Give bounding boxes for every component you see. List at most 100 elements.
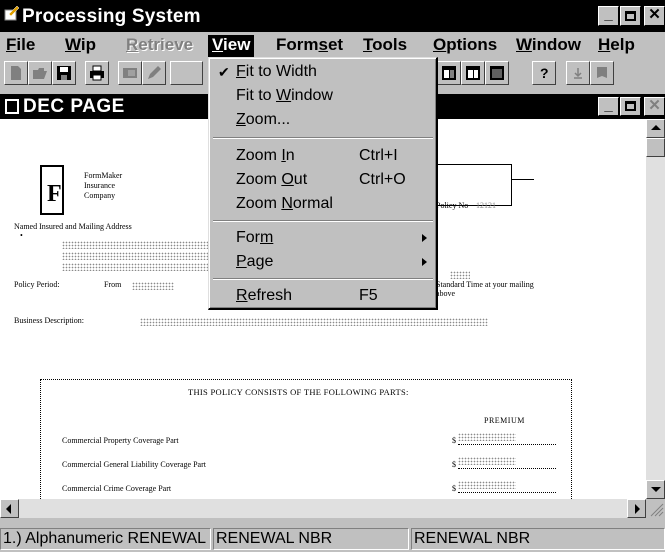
split-icon bbox=[466, 66, 480, 80]
new-doc-button[interactable] bbox=[4, 61, 28, 85]
menu-help[interactable]: Help bbox=[594, 35, 639, 57]
new-doc-icon bbox=[11, 66, 21, 80]
menu-item-zoom-in[interactable]: Zoom In Ctrl+I bbox=[211, 144, 435, 168]
minimize-icon: _ bbox=[604, 6, 613, 23]
doc-maximize-button[interactable] bbox=[620, 97, 641, 116]
from-label: From bbox=[104, 280, 122, 289]
grid-button[interactable] bbox=[485, 61, 509, 85]
menu-item-page[interactable]: Page bbox=[211, 250, 435, 274]
minimize-button[interactable]: _ bbox=[598, 6, 619, 26]
menu-separator bbox=[213, 220, 433, 222]
print-button[interactable] bbox=[85, 61, 109, 85]
part-1-premium bbox=[458, 433, 516, 441]
menu-item-form[interactable]: Form bbox=[211, 226, 435, 250]
part-1-line bbox=[458, 444, 556, 445]
menu-options[interactable]: Options bbox=[429, 35, 501, 57]
menu-wip[interactable]: Wip bbox=[61, 35, 100, 57]
policy-box bbox=[432, 164, 512, 206]
svg-text:?: ? bbox=[540, 65, 549, 81]
menu-tools[interactable]: Tools bbox=[359, 35, 411, 57]
address-line-1 bbox=[62, 241, 208, 249]
company-name-3: Company bbox=[84, 191, 116, 200]
menu-item-zoom-normal[interactable]: Zoom Normal bbox=[211, 192, 435, 216]
menu-item-zoom-out[interactable]: Zoom Out Ctrl+O bbox=[211, 168, 435, 192]
menu-separator bbox=[213, 137, 433, 139]
page-icon bbox=[123, 68, 137, 78]
standard-time-text: Standard Time at your mailing bbox=[436, 280, 534, 289]
right-arrow-icon bbox=[635, 504, 640, 514]
layout-button[interactable] bbox=[437, 61, 461, 85]
save-disk-icon bbox=[57, 66, 71, 80]
vertical-scroll-thumb[interactable] bbox=[646, 138, 665, 157]
company-logo: F bbox=[40, 165, 64, 215]
down-arrow-icon bbox=[651, 487, 661, 492]
close-button[interactable]: ✕ bbox=[644, 6, 665, 26]
minimize-icon: _ bbox=[604, 97, 613, 114]
toolbar-button-7[interactable] bbox=[170, 61, 203, 85]
menu-file[interactable]: File bbox=[2, 35, 39, 57]
left-arrow-icon bbox=[6, 504, 11, 514]
company-name-1: FormMaker bbox=[84, 171, 123, 180]
split-button[interactable] bbox=[461, 61, 485, 85]
scroll-right-button[interactable] bbox=[627, 499, 646, 518]
menu-retrieve[interactable]: Retrieve bbox=[122, 35, 197, 57]
menu-window[interactable]: Window bbox=[512, 35, 585, 57]
menu-item-zoom[interactable]: Zoom... bbox=[211, 108, 435, 132]
help-button[interactable]: ? bbox=[532, 61, 556, 85]
horizontal-scrollbar[interactable] bbox=[0, 499, 646, 518]
part-2-dollar: $ bbox=[452, 460, 456, 469]
menu-formset[interactable]: Formset bbox=[272, 35, 347, 57]
edit-button[interactable] bbox=[142, 61, 166, 85]
menu-view[interactable]: View bbox=[208, 35, 255, 57]
part-1-dollar: $ bbox=[452, 436, 456, 445]
part-3-premium bbox=[458, 481, 516, 489]
menu-item-fit-to-width[interactable]: ✔ Fit to Width bbox=[211, 60, 435, 84]
scroll-left-button[interactable] bbox=[0, 499, 19, 518]
address-line-3 bbox=[62, 263, 208, 271]
policy-no-value: 12121 bbox=[476, 201, 496, 210]
open-folder-icon bbox=[33, 68, 47, 79]
menu-bar: File Wip Retrieve View Formset Tools Opt… bbox=[0, 32, 665, 58]
part-3-label: Commercial Crime Coverage Part bbox=[62, 484, 172, 493]
standard-time-text-2: above bbox=[436, 289, 456, 298]
shortcut-zoom-in: Ctrl+I bbox=[359, 147, 398, 164]
part-2-line bbox=[458, 468, 556, 469]
app-icon bbox=[4, 5, 20, 21]
open-folder-button[interactable] bbox=[28, 61, 52, 85]
menu-item-refresh[interactable]: Refresh F5 bbox=[211, 284, 435, 308]
policy-connector bbox=[512, 179, 534, 180]
status-bar: 1.) Alphanumeric RENEWAL RENEWAL NBR REN… bbox=[0, 526, 665, 552]
up-arrow-icon bbox=[651, 125, 661, 130]
menu-item-fit-to-window[interactable]: Fit to Window bbox=[211, 84, 435, 108]
menu-separator bbox=[213, 278, 433, 280]
submenu-arrow-icon bbox=[422, 234, 427, 242]
status-panel-3: RENEWAL NBR bbox=[411, 528, 665, 550]
vertical-scrollbar[interactable] bbox=[646, 119, 665, 499]
checkmark-icon: ✔ bbox=[218, 64, 230, 80]
size-grip[interactable] bbox=[646, 499, 665, 518]
book-icon bbox=[597, 67, 607, 78]
scroll-up-button[interactable] bbox=[646, 119, 665, 138]
part-3-line bbox=[458, 492, 556, 493]
doc-minimize-button[interactable]: _ bbox=[598, 97, 619, 116]
save-button[interactable] bbox=[52, 61, 76, 85]
bullet: • bbox=[20, 231, 23, 240]
doc-close-button[interactable]: ✕ bbox=[644, 97, 665, 116]
maximize-button[interactable] bbox=[620, 6, 641, 26]
page-button[interactable] bbox=[118, 61, 142, 85]
part-1-label: Commercial Property Coverage Part bbox=[62, 436, 179, 445]
layout-icon bbox=[442, 66, 456, 80]
download-button[interactable] bbox=[566, 61, 590, 85]
help-icon: ? bbox=[540, 65, 549, 81]
grid-icon bbox=[490, 66, 504, 80]
named-insured-label: Named Insured and Mailing Address bbox=[14, 222, 132, 231]
status-panel-2: RENEWAL NBR bbox=[213, 528, 409, 550]
book-button[interactable] bbox=[590, 61, 614, 85]
part-3-dollar: $ bbox=[452, 484, 456, 493]
download-icon bbox=[574, 68, 582, 79]
scroll-down-button[interactable] bbox=[646, 480, 665, 499]
from-date bbox=[132, 282, 174, 290]
app-title: Processing System bbox=[22, 6, 201, 27]
policy-period-label: Policy Period: bbox=[14, 280, 60, 289]
company-name-2: Insurance bbox=[84, 181, 116, 190]
